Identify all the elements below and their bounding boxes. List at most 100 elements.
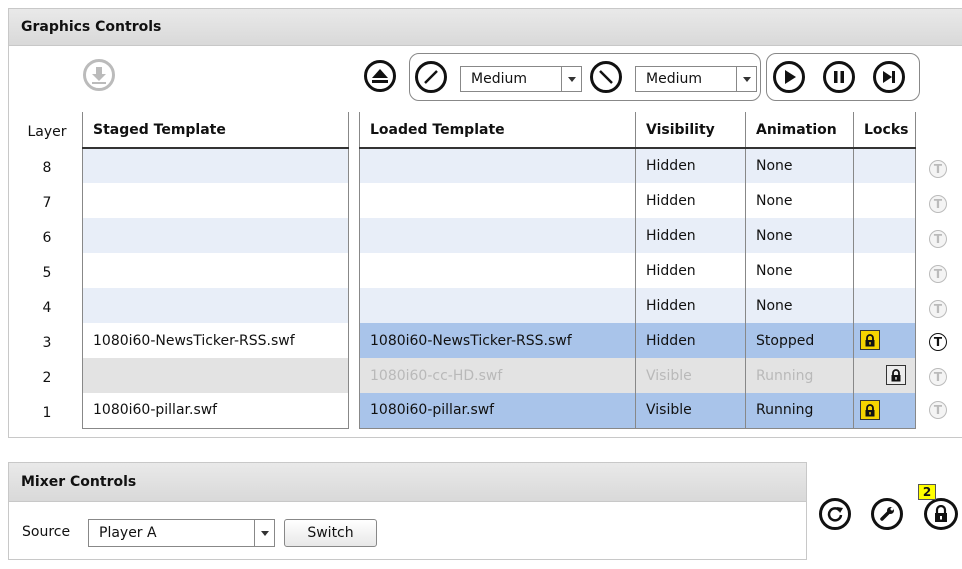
take-layer-icon[interactable]: T — [929, 160, 947, 178]
layer-lock-toggle[interactable] — [860, 330, 880, 351]
layer-number: 3 — [42, 335, 52, 351]
eject-button[interactable] — [364, 60, 396, 92]
visibility-header[interactable]: Visibility — [635, 112, 746, 149]
staged-cell[interactable]: 1080i60-pillar.swf — [82, 393, 349, 428]
chevron-down-icon — [561, 67, 581, 91]
locks-cell[interactable] — [853, 358, 916, 393]
loaded-cell[interactable] — [359, 253, 636, 288]
visibility-cell[interactable]: Hidden — [635, 218, 746, 253]
visibility-cell[interactable]: Hidden — [635, 183, 746, 218]
table-row[interactable] — [82, 218, 349, 253]
lock-icon — [891, 368, 901, 382]
visibility-cell[interactable]: Hidden — [635, 288, 746, 323]
visibility-cell[interactable]: Hidden — [635, 148, 746, 183]
pause-button[interactable] — [823, 61, 855, 93]
loaded-template-header[interactable]: Loaded Template — [359, 112, 636, 149]
mix-in-button[interactable] — [415, 61, 447, 93]
animation-cell[interactable]: Running — [745, 358, 854, 393]
take-layer-icon[interactable]: T — [929, 265, 947, 283]
loaded-cell[interactable] — [359, 288, 636, 323]
table-row[interactable] — [82, 358, 349, 393]
table-row[interactable]: 1080i60-pillar.swf — [82, 393, 349, 428]
animation-header[interactable]: Animation — [745, 112, 854, 149]
animation-cell[interactable]: None — [745, 148, 854, 183]
staged-template-header[interactable]: Staged Template — [82, 112, 349, 149]
loaded-cell[interactable] — [359, 183, 636, 218]
animation-cell[interactable]: Stopped — [745, 323, 854, 358]
visibility-cell[interactable]: Hidden — [635, 253, 746, 288]
take-layer-icon[interactable]: T — [929, 368, 947, 386]
global-lock-button[interactable] — [924, 498, 958, 530]
settings-button[interactable] — [871, 498, 903, 530]
locks-cell[interactable] — [853, 148, 916, 183]
table-row[interactable]: Hidden None — [359, 183, 916, 218]
staged-cell[interactable] — [82, 218, 349, 253]
staged-cell[interactable] — [82, 253, 349, 288]
switch-button[interactable]: Switch — [284, 519, 377, 547]
mix-in-duration-select[interactable]: Medium — [460, 66, 582, 92]
take-staged-button[interactable] — [83, 59, 115, 91]
visibility-cell[interactable]: Visible — [635, 358, 746, 393]
table-row[interactable] — [82, 288, 349, 323]
loaded-cell[interactable]: 1080i60-cc-HD.swf — [359, 358, 636, 393]
table-row[interactable] — [82, 183, 349, 218]
table-row[interactable] — [82, 253, 349, 288]
next-button[interactable] — [873, 61, 905, 93]
staged-cell[interactable]: 1080i60-NewsTicker-RSS.swf — [82, 323, 349, 358]
staged-cell[interactable] — [82, 183, 349, 218]
layer-header: Layer — [27, 124, 67, 140]
take-layer-icon[interactable]: T — [929, 230, 947, 248]
take-layer-icon[interactable]: T — [929, 195, 947, 213]
locks-header[interactable]: Locks — [853, 112, 916, 149]
source-select[interactable]: Player A — [88, 519, 275, 547]
loaded-cell[interactable] — [359, 148, 636, 183]
eject-icon — [372, 69, 388, 83]
refresh-button[interactable] — [819, 498, 851, 530]
animation-cell[interactable]: None — [745, 253, 854, 288]
skip-next-icon — [883, 71, 895, 83]
layer-number: 7 — [42, 195, 52, 211]
locks-cell[interactable] — [853, 323, 916, 358]
table-row[interactable]: Hidden None — [359, 218, 916, 253]
layer-lock-toggle[interactable] — [886, 365, 906, 386]
locks-cell[interactable] — [853, 183, 916, 218]
pause-icon — [834, 71, 844, 83]
take-layer-icon[interactable]: T — [929, 300, 947, 318]
animation-cell[interactable]: None — [745, 183, 854, 218]
mix-out-duration-select[interactable]: Medium — [635, 66, 757, 92]
layer-number: 2 — [42, 370, 52, 386]
loaded-cell[interactable] — [359, 218, 636, 253]
staged-cell[interactable] — [82, 358, 349, 393]
panel-border — [8, 437, 962, 438]
locks-cell[interactable] — [853, 393, 916, 428]
play-button[interactable] — [773, 61, 805, 93]
mix-out-duration-value: Medium — [646, 71, 702, 87]
layer-lock-toggle[interactable] — [860, 400, 880, 420]
table-row[interactable]: Hidden None — [359, 148, 916, 183]
lock-icon — [935, 505, 947, 522]
table-row[interactable]: Hidden None — [359, 288, 916, 323]
mix-out-button[interactable] — [590, 61, 622, 93]
table-row[interactable]: 1080i60-pillar.swf Visible Running — [359, 393, 916, 428]
chevron-down-icon — [254, 520, 274, 546]
locks-cell[interactable] — [853, 288, 916, 323]
switch-button-label: Switch — [307, 525, 354, 541]
animation-cell[interactable]: None — [745, 288, 854, 323]
loaded-cell[interactable]: 1080i60-pillar.swf — [359, 393, 636, 428]
loaded-cell[interactable]: 1080i60-NewsTicker-RSS.swf — [359, 323, 636, 358]
staged-cell[interactable] — [82, 148, 349, 183]
visibility-cell[interactable]: Visible — [635, 393, 746, 428]
visibility-cell[interactable]: Hidden — [635, 323, 746, 358]
table-row[interactable]: 1080i60-NewsTicker-RSS.swf — [82, 323, 349, 358]
animation-cell[interactable]: None — [745, 218, 854, 253]
locks-cell[interactable] — [853, 253, 916, 288]
take-layer-icon[interactable]: T — [929, 333, 947, 351]
staged-cell[interactable] — [82, 288, 349, 323]
table-row[interactable] — [82, 148, 349, 183]
table-row[interactable]: 1080i60-NewsTicker-RSS.swf Hidden Stoppe… — [359, 323, 916, 358]
animation-cell[interactable]: Running — [745, 393, 854, 428]
table-row[interactable]: 1080i60-cc-HD.swf Visible Running — [359, 358, 916, 393]
table-row[interactable]: Hidden None — [359, 253, 916, 288]
locks-cell[interactable] — [853, 218, 916, 253]
take-layer-icon[interactable]: T — [929, 401, 947, 419]
